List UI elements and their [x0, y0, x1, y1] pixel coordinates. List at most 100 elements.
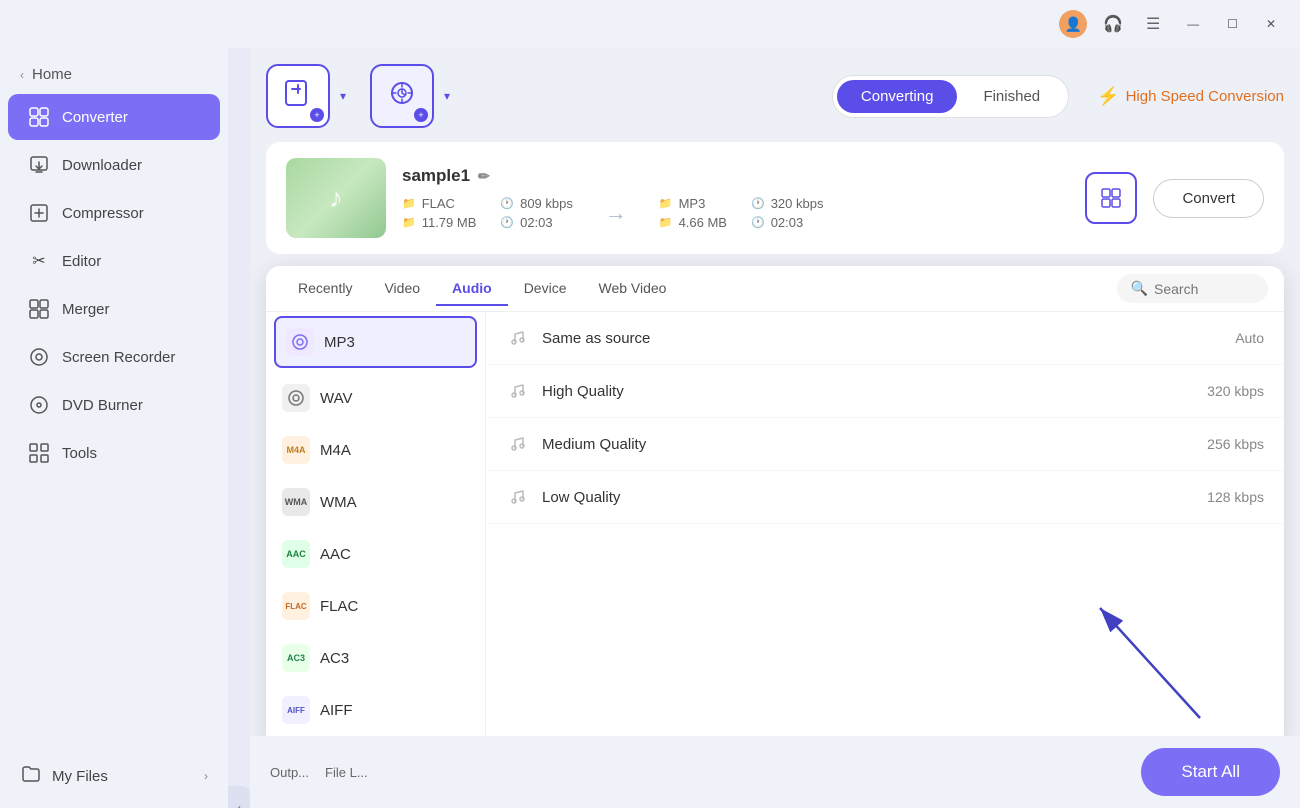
maximize-button[interactable]: ☐ — [1219, 13, 1246, 35]
music-note-icon: ♪ — [329, 182, 343, 214]
sidebar-item-merger[interactable]: Merger — [8, 286, 220, 332]
mp3-label: MP3 — [324, 334, 355, 351]
wma-label: WMA — [320, 494, 357, 511]
format-tabs-row: Recently Video Audio Device Web Video 🔍 — [266, 266, 1284, 312]
target-folder-icon: 📁 — [659, 197, 673, 210]
sidebar-item-dvd-burner[interactable]: DVD Burner — [8, 382, 220, 428]
source-duration: 02:03 — [520, 215, 553, 230]
format-item-mp3[interactable]: MP3 — [274, 316, 477, 368]
tab-converting[interactable]: Converting — [837, 80, 958, 113]
folder2-icon: 📁 — [402, 216, 416, 229]
file-name: sample1 ✏ — [402, 166, 1069, 186]
music-sm-icon-4 — [506, 485, 530, 509]
sidebar-collapse-button[interactable]: ‹ — [228, 786, 250, 808]
merger-label: Merger — [62, 301, 110, 318]
quality-low[interactable]: Low Quality 128 kbps — [486, 471, 1284, 524]
main-content: + ▾ + ▾ — [250, 48, 1300, 808]
convert-settings-button[interactable] — [1085, 172, 1137, 224]
sidebar: ‹ Home Converter Do — [0, 48, 228, 808]
low-quality-label: Low Quality — [542, 489, 1195, 506]
back-arrow-icon: ‹ — [20, 68, 24, 82]
tab-audio[interactable]: Audio — [436, 272, 508, 306]
headset-icon[interactable]: 🎧 — [1099, 10, 1127, 38]
format-search-input[interactable] — [1154, 281, 1254, 297]
converter-icon — [28, 106, 50, 128]
plus-badge-icon: + — [310, 108, 324, 122]
add-file-dropdown-icon[interactable]: ▾ — [332, 64, 354, 128]
sidebar-item-home[interactable]: ‹ Home — [0, 56, 228, 93]
sidebar-item-converter[interactable]: Converter — [8, 94, 220, 140]
sidebar-item-compressor[interactable]: Compressor — [8, 190, 220, 236]
add-media-button[interactable]: + — [370, 64, 434, 128]
source-size-item: 📁 11.79 MB — [402, 215, 476, 230]
screen-recorder-label: Screen Recorder — [62, 349, 175, 366]
aiff-format-icon: AIFF — [282, 696, 310, 724]
source-bitrate: 809 kbps — [520, 196, 573, 211]
format-item-flac[interactable]: FLAC FLAC — [266, 580, 485, 632]
bottom-bar: Outp... File L... Start All — [250, 736, 1300, 808]
minimize-button[interactable]: — — [1179, 13, 1207, 35]
sidebar-item-screen-recorder[interactable]: Screen Recorder — [8, 334, 220, 380]
quality-same-as-source[interactable]: Same as source Auto — [486, 312, 1284, 365]
target-duration-icon: 🕐 — [751, 216, 765, 229]
convert-button[interactable]: Convert — [1153, 179, 1264, 218]
compressor-icon — [28, 202, 50, 224]
tab-device[interactable]: Device — [508, 272, 583, 306]
source-duration-item: 🕐 02:03 — [500, 215, 572, 230]
same-as-source-value: Auto — [1235, 330, 1264, 346]
tab-video[interactable]: Video — [368, 272, 436, 306]
editor-icon: ✂ — [28, 250, 50, 272]
tab-recently[interactable]: Recently — [282, 272, 368, 306]
low-quality-value: 128 kbps — [1207, 489, 1264, 505]
source-meta: 📁 FLAC 📁 11.79 MB — [402, 196, 476, 230]
high-quality-label: High Quality — [542, 383, 1195, 400]
file-meta: 📁 FLAC 📁 11.79 MB 🕐 809 kbps — [402, 196, 1069, 230]
dvd-burner-label: DVD Burner — [62, 397, 143, 414]
target-duration-item: 🕐 02:03 — [751, 215, 823, 230]
flac-format-icon: FLAC — [282, 592, 310, 620]
format-item-wma[interactable]: WMA WMA — [266, 476, 485, 528]
format-quality-list: Same as source Auto High Quality 32 — [486, 312, 1284, 748]
target-meta2: 🕐 320 kbps 🕐 02:03 — [751, 196, 823, 230]
my-files-arrow-icon: › — [204, 769, 208, 783]
format-item-aiff[interactable]: AIFF AIFF — [266, 684, 485, 736]
m4a-format-icon: M4A — [282, 436, 310, 464]
source-format-item: 📁 FLAC — [402, 196, 476, 211]
home-label: Home — [32, 66, 72, 83]
add-file-icon — [284, 79, 312, 113]
format-item-wav[interactable]: WAV — [266, 372, 485, 424]
downloader-label: Downloader — [62, 157, 142, 174]
user-avatar[interactable]: 👤 — [1059, 10, 1087, 38]
menu-icon[interactable]: ☰ — [1139, 10, 1167, 38]
tab-finished[interactable]: Finished — [959, 80, 1064, 113]
format-item-aac[interactable]: AAC AAC — [266, 528, 485, 580]
quality-medium[interactable]: Medium Quality 256 kbps — [486, 418, 1284, 471]
quality-high[interactable]: High Quality 320 kbps — [486, 365, 1284, 418]
medium-quality-value: 256 kbps — [1207, 436, 1264, 452]
start-all-button[interactable]: Start All — [1141, 748, 1280, 796]
titlebar: 👤 🎧 ☰ — ☐ ✕ — [0, 0, 1300, 48]
file-info: sample1 ✏ 📁 FLAC 📁 11.79 MB — [402, 166, 1069, 230]
tools-icon — [28, 442, 50, 464]
file-card: ♪ sample1 ✏ 📁 FLAC 📁 11.79 MB — [266, 142, 1284, 254]
sidebar-item-editor[interactable]: ✂ Editor — [8, 238, 220, 284]
sidebar-item-downloader[interactable]: Downloader — [8, 142, 220, 188]
source-format: FLAC — [422, 196, 455, 211]
wav-label: WAV — [320, 390, 353, 407]
close-button[interactable]: ✕ — [1258, 13, 1284, 35]
convert-arrow-icon: → — [605, 200, 627, 226]
my-files-label: My Files — [52, 768, 108, 785]
format-item-m4a[interactable]: M4A M4A — [266, 424, 485, 476]
tab-web-video[interactable]: Web Video — [582, 272, 682, 306]
edit-filename-icon[interactable]: ✏ — [478, 168, 490, 185]
duration-icon: 🕐 — [500, 216, 514, 229]
format-list: MP3 WAV M4A M4A — [266, 312, 486, 748]
app-body: ‹ Home Converter Do — [0, 48, 1300, 808]
add-media-dropdown-icon[interactable]: ▾ — [436, 64, 458, 128]
high-speed-button[interactable]: ⚡ High Speed Conversion — [1097, 86, 1284, 107]
sidebar-item-my-files[interactable]: My Files › — [0, 752, 228, 800]
add-file-button[interactable]: + — [266, 64, 330, 128]
high-quality-value: 320 kbps — [1207, 383, 1264, 399]
format-item-ac3[interactable]: AC3 AC3 — [266, 632, 485, 684]
sidebar-item-tools[interactable]: Tools — [8, 430, 220, 476]
